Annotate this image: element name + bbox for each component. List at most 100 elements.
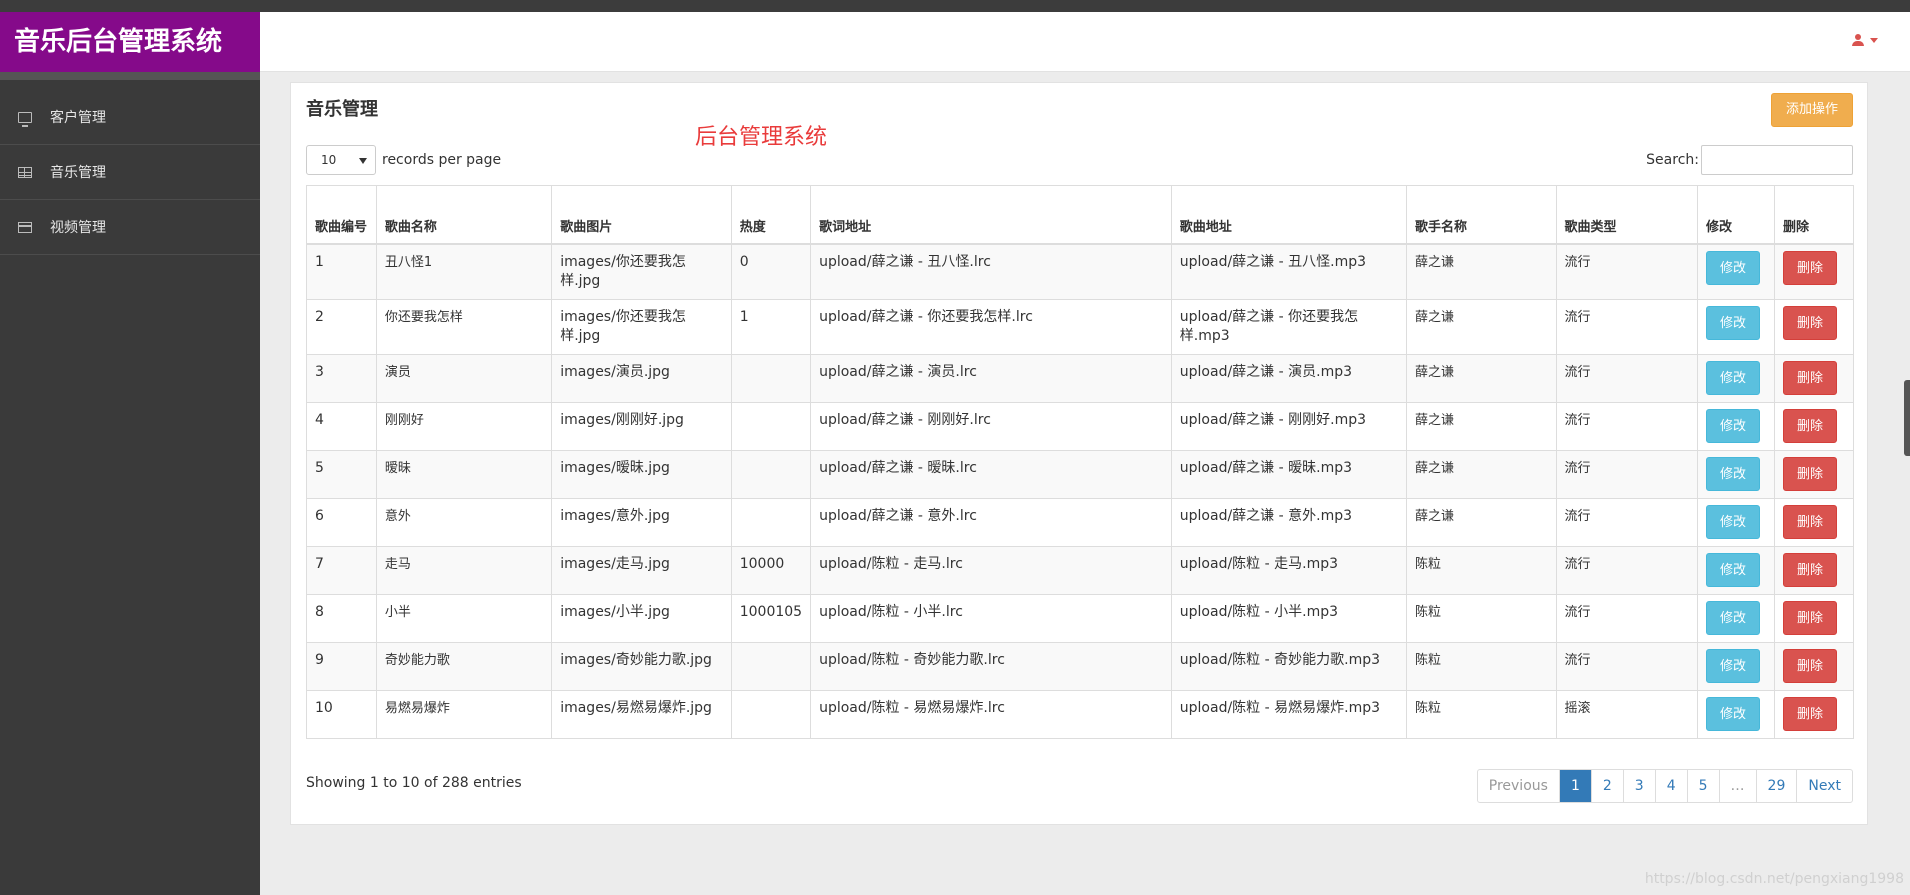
cell-edit: 修改: [1697, 401, 1775, 451]
delete-button[interactable]: 删除: [1782, 360, 1837, 395]
edit-button[interactable]: 修改: [1706, 360, 1761, 395]
cell-image: images/刚刚好.jpg: [551, 401, 732, 451]
cell-singer: 陈粒: [1406, 641, 1557, 691]
edit-button[interactable]: 修改: [1706, 456, 1761, 491]
delete-button[interactable]: 删除: [1782, 552, 1837, 587]
cell-heat: [730, 401, 812, 451]
side-scroll-tab[interactable]: [1904, 380, 1910, 456]
delete-button[interactable]: 删除: [1782, 648, 1837, 683]
cell-song: upload/薛之谦 - 演员.mp3: [1170, 353, 1408, 403]
table-row: 10 易燃易爆炸 images/易燃易爆炸.jpg upload/陈粒 - 易燃易爆炸…: [306, 689, 1855, 739]
sidebar-item-customers[interactable]: 客户管理: [0, 90, 260, 145]
cell-image: images/小半.jpg: [551, 593, 732, 643]
cell-type: 流行: [1555, 401, 1699, 451]
overlay-title: 后台管理系统: [695, 125, 828, 150]
column-header[interactable]: 歌曲图片: [551, 185, 732, 245]
cell-edit: 修改: [1697, 243, 1775, 300]
next-page-button[interactable]: Next: [1796, 770, 1852, 802]
user-icon: [1852, 34, 1864, 46]
watermark: https://blog.csdn.net/pengxiang1998: [1644, 871, 1904, 887]
delete-button[interactable]: 删除: [1782, 456, 1837, 491]
table-row: 2 你还要我怎样 images/你还要我怎样.jpg 1 upload/薛之谦 - 你还…: [306, 298, 1855, 355]
cell-singer: 陈粒: [1406, 593, 1557, 643]
table-row: 5 暧昧 images/暧昧.jpg upload/薛之谦 - 暧昧.lrc uploa…: [306, 449, 1855, 499]
cell-lyric: upload/陈粒 - 走马.lrc: [810, 545, 1172, 595]
page-button[interactable]: 4: [1654, 770, 1687, 802]
cell-id: 5: [306, 449, 377, 499]
edit-button[interactable]: 修改: [1706, 504, 1761, 539]
cell-delete: 删除: [1773, 545, 1855, 595]
cell-type: 流行: [1555, 593, 1699, 643]
column-header[interactable]: 歌词地址: [810, 185, 1172, 245]
edit-button[interactable]: 修改: [1706, 250, 1761, 285]
cell-type: 流行: [1555, 449, 1699, 499]
pagination: Previous 1 2 3 4 5… 29 Next: [1476, 769, 1853, 803]
cell-edit: 修改: [1697, 298, 1775, 355]
cell-name: 演员: [375, 353, 553, 403]
delete-button[interactable]: 删除: [1782, 504, 1837, 539]
cell-edit: 修改: [1697, 353, 1775, 403]
cell-heat: 1000105: [730, 593, 812, 643]
table-row: 6 意外 images/意外.jpg upload/薛之谦 - 意外.lrc uploa…: [306, 497, 1855, 547]
column-header[interactable]: 歌曲类型: [1555, 185, 1699, 245]
cell-name: 小半: [375, 593, 553, 643]
search-input[interactable]: [1701, 145, 1853, 175]
previous-page-button[interactable]: Previous: [1478, 770, 1559, 802]
cell-heat: [730, 641, 812, 691]
cell-song: upload/薛之谦 - 暧昧.mp3: [1170, 449, 1408, 499]
cell-name: 暧昧: [375, 449, 553, 499]
page-button[interactable]: 2: [1590, 770, 1623, 802]
cell-name: 意外: [375, 497, 553, 547]
cell-type: 流行: [1555, 243, 1699, 300]
edit-button[interactable]: 修改: [1706, 408, 1761, 443]
cell-lyric: upload/陈粒 - 小半.lrc: [810, 593, 1172, 643]
delete-button[interactable]: 删除: [1782, 305, 1837, 340]
cell-id: 6: [306, 497, 377, 547]
music-panel: 音乐管理 后台管理系统 添加操作 10 records per page Sea…: [290, 82, 1868, 825]
cell-id: 3: [306, 353, 377, 403]
cell-singer: 陈粒: [1406, 545, 1557, 595]
page-button[interactable]: 3: [1622, 770, 1655, 802]
sidebar-item-music[interactable]: 音乐管理: [0, 145, 260, 200]
cell-image: images/暧昧.jpg: [551, 449, 732, 499]
window-top-strip: [0, 0, 1910, 12]
page-ellipsis: …: [1718, 770, 1756, 802]
column-header[interactable]: 歌手名称: [1406, 185, 1557, 245]
page-button[interactable]: 29: [1755, 770, 1797, 802]
page-button[interactable]: 1: [1558, 770, 1591, 802]
delete-button[interactable]: 删除: [1782, 696, 1837, 731]
page-length-select[interactable]: 10: [306, 145, 376, 175]
caret-down-icon: [1870, 37, 1878, 43]
cell-song: upload/陈粒 - 走马.mp3: [1170, 545, 1408, 595]
page-button[interactable]: 5: [1686, 770, 1719, 802]
cell-type: 流行: [1555, 641, 1699, 691]
brand-title: 音乐后台管理系统: [0, 12, 260, 72]
edit-button[interactable]: 修改: [1706, 600, 1761, 635]
delete-button[interactable]: 删除: [1782, 408, 1837, 443]
column-header[interactable]: 热度: [730, 185, 812, 245]
column-header[interactable]: 歌曲地址: [1170, 185, 1408, 245]
cell-name: 易燃易爆炸: [375, 689, 553, 739]
cell-image: images/奇妙能力歌.jpg: [551, 641, 732, 691]
cell-singer: 薛之谦: [1406, 497, 1557, 547]
delete-button[interactable]: 删除: [1782, 250, 1837, 285]
table-row: 3 演员 images/演员.jpg upload/薛之谦 - 演员.lrc uploa…: [306, 353, 1855, 403]
sidebar-item-label: 视频管理: [50, 220, 106, 236]
cell-id: 7: [306, 545, 377, 595]
cell-edit: 修改: [1697, 689, 1775, 739]
edit-button[interactable]: 修改: [1706, 305, 1761, 340]
user-menu-button[interactable]: [1852, 32, 1878, 48]
column-header[interactable]: 歌曲名称: [375, 185, 553, 245]
cell-delete: 删除: [1773, 593, 1855, 643]
delete-button[interactable]: 删除: [1782, 600, 1837, 635]
add-button[interactable]: 添加操作: [1771, 93, 1853, 127]
edit-button[interactable]: 修改: [1706, 552, 1761, 587]
cell-id: 1: [306, 243, 377, 300]
edit-button[interactable]: 修改: [1706, 648, 1761, 683]
edit-button[interactable]: 修改: [1706, 696, 1761, 731]
cell-name: 丑八怪1: [375, 243, 553, 300]
cell-type: 摇滚: [1555, 689, 1699, 739]
cell-image: images/演员.jpg: [551, 353, 732, 403]
sidebar-item-videos[interactable]: 视频管理: [0, 200, 260, 255]
column-header[interactable]: 歌曲编号: [306, 185, 377, 245]
